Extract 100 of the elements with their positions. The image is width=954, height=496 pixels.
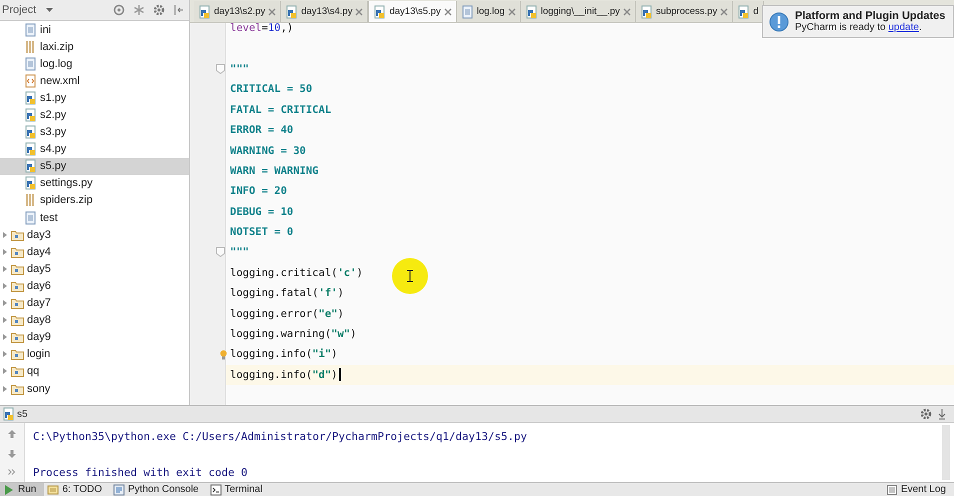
code-line: NOTSET = 0 [230,226,294,238]
code-line: level=10,) [230,23,294,34]
python-file-icon [198,4,211,18]
notification-period: . [918,22,922,33]
update-link[interactable]: update [888,22,919,33]
folder-tree-item[interactable]: day7 [0,294,189,312]
folder-tree-item[interactable]: day5 [0,260,189,278]
gear-icon [920,408,932,420]
code-line: logging.fatal('f') [230,287,344,300]
python-file-icon [373,4,386,18]
folder-icon [11,297,24,310]
console-line: C:\Python35\python.exe C:/Users/Administrator/PycharmProjects/q1/day13/s5.py [33,430,528,442]
checklist-icon [47,484,60,496]
code-line: FATAL = CRITICAL [230,104,332,116]
code-line: logging.critical('c') [230,266,363,279]
file-tree-item[interactable]: s2.py [0,106,189,124]
folder-icon [11,228,24,241]
run-tab[interactable]: s5 [2,407,28,421]
folder-tree-item[interactable]: login [0,346,189,363]
file-tree-item[interactable]: laxi.zip [0,38,189,56]
code-line: """ [230,246,249,258]
folder-icon [11,262,24,275]
file-tree-item[interactable]: s4.py [0,140,189,158]
tool-window-button[interactable]: Python Console [110,483,207,496]
zip-file-icon [24,40,37,54]
info-icon [769,12,789,32]
terminal-icon [210,484,222,496]
scrollbar [942,425,950,480]
console-line: Process finished with exit code 0 [33,466,248,478]
code-editor[interactable] [190,23,954,405]
python-file-icon [285,4,298,18]
console-icon [113,484,126,496]
folder-icon [11,331,24,344]
xml-file-icon [24,74,37,88]
file-tree-item[interactable]: s3.py [0,124,189,141]
notification-title: Platform and Plugin Updates [795,10,946,22]
code-line: INFO = 20 [230,185,287,198]
folder-icon [11,382,24,395]
folder-icon [11,280,24,292]
tool-window-button[interactable]: 6: TODO [44,483,110,496]
collapse-icon [173,4,183,16]
folder-icon [11,314,24,326]
code-line: logging.error("e") [230,308,344,320]
file-tree-item[interactable]: test [0,209,189,226]
up-arrow-icon [7,429,17,439]
text-file-icon [460,4,474,18]
dropdown-caret-icon [46,8,54,12]
folder-tree-item[interactable]: sony [0,380,189,398]
code-line: logging.info("d") [230,368,338,381]
code-line: DEBUG = 10 [230,206,294,218]
text-file-icon [24,56,37,71]
tool-window-button[interactable]: Event Log [882,483,954,496]
code-line: WARNING = 30 [230,144,306,157]
folder-tree-item[interactable]: day9 [0,328,189,346]
editor-tab[interactable]: log.log [456,1,521,22]
log-icon [886,484,898,496]
folder-tree-item[interactable]: day4 [0,243,189,260]
file-tree-item[interactable]: s5.py [0,158,189,175]
folder-tree-item[interactable]: day3 [0,226,189,244]
text-file-icon [24,210,37,225]
text-cursor-icon [407,270,413,282]
python-file-icon [24,90,37,105]
python-file-icon [24,108,37,122]
editor-tab[interactable]: day13\s4.py [281,1,368,22]
file-tree-item[interactable]: settings.py [0,174,189,192]
folder-tree-item[interactable]: day8 [0,312,189,329]
folder-icon [11,246,24,258]
panel-title[interactable]: Project [2,4,36,16]
tool-window-button[interactable]: Run [0,483,44,496]
code-line: CRITICAL = 50 [230,83,312,96]
file-tree-item[interactable]: new.xml [0,72,189,90]
tool-window-button[interactable]: Terminal [206,483,270,496]
python-file-icon [524,4,538,18]
folder-tree-item[interactable]: day6 [0,277,189,294]
python-file-icon [24,159,37,174]
editor-tab[interactable]: day13\s5.py [368,1,457,22]
python-file-icon [2,407,15,421]
editor-tab[interactable]: day13\s2.py [194,1,282,22]
text-caret [339,368,342,382]
code-line: WARN = WARNING [230,164,319,177]
file-tree-item[interactable]: s1.py [0,89,189,106]
editor-tab[interactable]: logging\__init__.py [520,1,636,22]
python-file-icon [24,142,37,156]
more-chevrons-icon [8,469,16,475]
down-arrow-icon [7,449,17,459]
gear-icon [153,4,165,16]
folder-icon [11,348,24,360]
folder-icon [11,365,24,378]
editor-tab[interactable]: subprocess.py [636,1,734,22]
folder-tree-item[interactable]: qq [0,362,189,380]
file-tree-item[interactable]: log.log [0,55,189,72]
file-tree-item[interactable]: spiders.zip [0,192,189,210]
python-file-icon [24,176,37,190]
editor-tab[interactable]: d [733,1,764,22]
target-icon [113,4,125,16]
code-line: logging.warning("w") [230,328,356,340]
python-file-icon [640,4,653,18]
notification-message: PyCharm is ready to [795,22,887,33]
code-line: logging.info("i") [230,348,338,360]
file-tree-item[interactable]: ini [0,21,189,38]
